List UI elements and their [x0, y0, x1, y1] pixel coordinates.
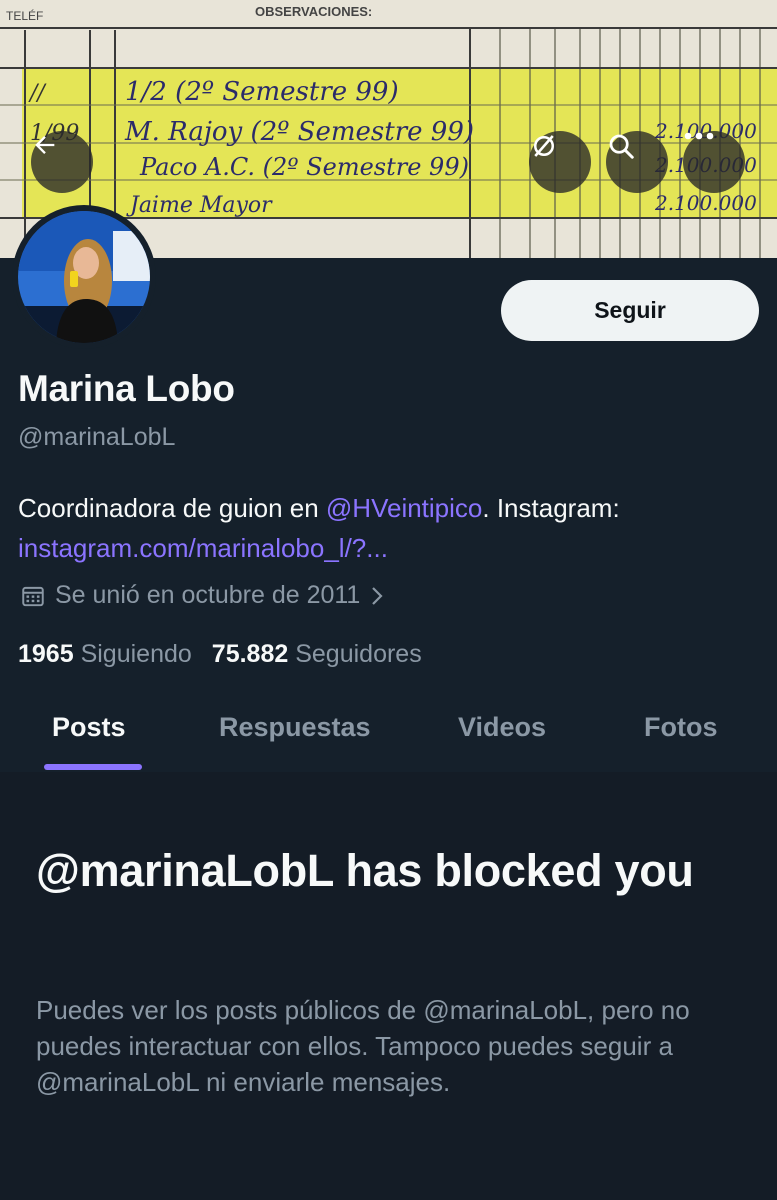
follow-button[interactable]: Seguir	[501, 280, 759, 341]
bio-mention-link[interactable]: @HVeintipico	[326, 493, 482, 523]
followers-count: 75.882	[211, 640, 289, 668]
more-icon	[684, 132, 714, 140]
eye-off-icon	[534, 135, 554, 157]
chevron-right-icon	[372, 586, 383, 605]
ledger-amount-3: 2.100.000	[654, 191, 757, 215]
profile-tabs: Posts Respuestas Videos Fotos	[0, 690, 777, 772]
arrow-left-icon	[35, 136, 55, 154]
profile-name: Marina Lobo	[18, 368, 235, 409]
back-button[interactable]	[31, 131, 93, 193]
ledger-header-left: TELÉF	[6, 8, 43, 23]
follow-stats: 1965 Siguiendo 75.882 Seguidores	[18, 640, 422, 669]
profile-bio: Coordinadora de guion en @HVeintipico. I…	[18, 488, 758, 568]
avatar-photo	[18, 211, 150, 343]
blocked-title: @marinaLobL has blocked you	[36, 845, 694, 896]
followers-label: Seguidores	[295, 640, 422, 668]
following-count: 1965	[18, 640, 74, 668]
tab-fotos[interactable]: Fotos	[644, 712, 718, 743]
followers-stat[interactable]: 75.882 Seguidores	[212, 640, 422, 669]
following-stat[interactable]: 1965 Siguiendo	[18, 640, 192, 669]
search-icon	[609, 134, 634, 159]
search-button[interactable]	[606, 131, 668, 193]
profile-handle: @marinaLobL	[18, 423, 176, 451]
following-label: Siguiendo	[80, 640, 192, 668]
ledger-row-4: Jaime Mayor	[126, 193, 273, 218]
ledger-row-2: M. Rajoy (2º Semestre 99)	[124, 117, 474, 147]
blocked-panel	[0, 772, 777, 1200]
ledger-row-3: Paco A.C. (2º Semestre 99)	[139, 153, 469, 181]
joined-text: Se unió en octubre de 2011	[55, 581, 361, 609]
blocked-message: Puedes ver los posts públicos de @marina…	[36, 995, 690, 1097]
bio-text-prefix: Coordinadora de guion en	[18, 493, 326, 523]
svg-text://: //	[28, 81, 47, 106]
ledger-header-obs: OBSERVACIONES:	[255, 4, 372, 19]
bio-text-suffix: . Instagram:	[482, 493, 620, 523]
tab-videos[interactable]: Videos	[458, 712, 546, 743]
active-tab-indicator	[44, 764, 142, 770]
avatar[interactable]	[12, 205, 156, 349]
ledger-row-1: 1/2 (2º Semestre 99)	[125, 77, 399, 107]
tab-respuestas[interactable]: Respuestas	[219, 712, 371, 743]
tab-posts[interactable]: Posts	[52, 712, 126, 743]
more-button[interactable]	[683, 131, 745, 193]
hide-media-button[interactable]	[529, 131, 591, 193]
calendar-icon	[22, 586, 44, 606]
bio-instagram-link[interactable]: instagram.com/marinalobo_l/?...	[18, 533, 388, 563]
joined-date[interactable]: Se unió en octubre de 2011	[20, 581, 385, 610]
